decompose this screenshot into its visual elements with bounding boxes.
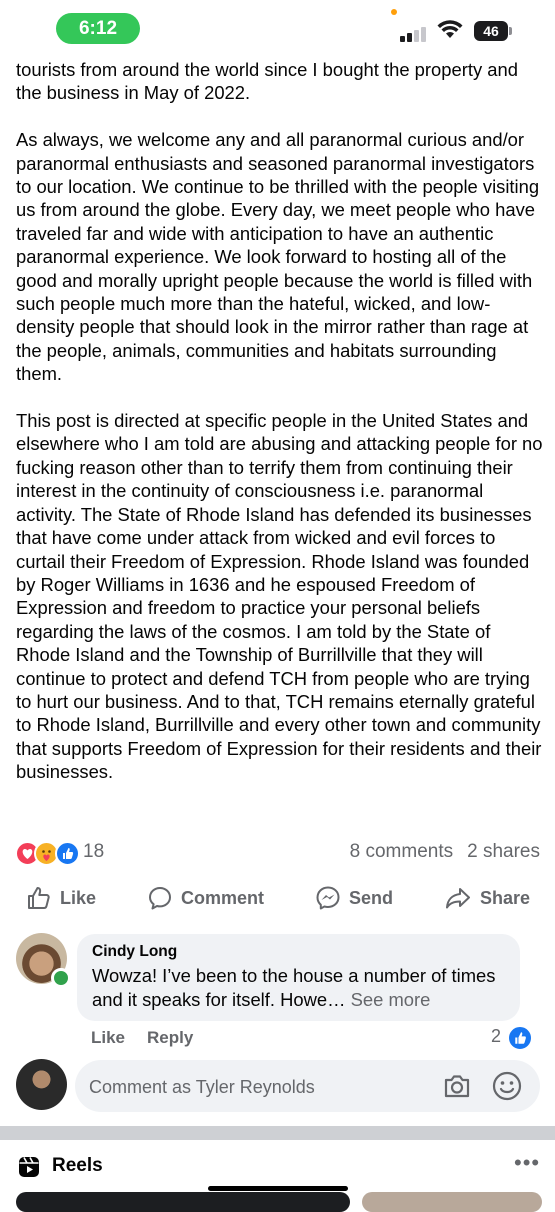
comment-actions: Like Reply	[91, 1028, 215, 1048]
like-icon[interactable]	[55, 841, 80, 866]
share-button[interactable]: Share	[444, 878, 530, 918]
thumbs-up-icon	[28, 887, 50, 909]
online-status-dot	[51, 968, 71, 988]
comment-reply-button[interactable]: Reply	[147, 1028, 193, 1047]
wifi-icon	[437, 20, 463, 38]
send-button[interactable]: Send	[315, 878, 393, 918]
comment-icon	[149, 887, 171, 910]
comment-label: Comment	[181, 887, 265, 908]
cellular-signal-icon	[400, 24, 430, 42]
post-paragraph: This post is directed at specific people…	[16, 410, 543, 783]
comment-author[interactable]: Cindy Long	[92, 943, 177, 961]
section-divider	[0, 1126, 555, 1140]
comment-bubble[interactable]: Cindy Long Wowza! I’ve been to the house…	[77, 934, 520, 1021]
camera-icon[interactable]	[442, 1071, 472, 1101]
home-indicator[interactable]	[208, 1186, 348, 1191]
comment-composer	[75, 1060, 540, 1114]
reel-thumbnail[interactable]	[16, 1192, 350, 1212]
post-paragraph: As always, we welcome any and all parano…	[16, 129, 540, 385]
post-paragraph: tourists from around the world since I b…	[16, 59, 518, 104]
comment-like-count[interactable]: 2	[491, 1026, 501, 1047]
comment-like-button[interactable]: Like	[91, 1028, 125, 1047]
share-label: Share	[480, 887, 531, 908]
reels-icon	[19, 1157, 39, 1177]
reactions-row: 18 8 comments 2 shares	[15, 839, 540, 866]
reaction-count[interactable]: 18	[83, 841, 104, 863]
reels-more-button[interactable]: •••	[514, 1150, 540, 1176]
status-bar: 6:12 46	[0, 0, 555, 58]
like-icon	[507, 1025, 533, 1051]
status-time: 6:12	[56, 13, 140, 44]
like-label: Like	[60, 887, 97, 908]
share-icon	[446, 888, 470, 909]
comment-text: Wowza! I’ve been to the house a number o…	[92, 964, 512, 1012]
send-label: Send	[349, 887, 394, 908]
comment-body: Wowza! I’ve been to the house a number o…	[92, 965, 496, 1010]
privacy-indicator-dot	[391, 9, 397, 15]
post-body: tourists from around the world since I b…	[16, 58, 544, 784]
see-more-link[interactable]: See more	[351, 989, 431, 1010]
post-stats: 8 comments 2 shares	[336, 841, 540, 863]
shares-count[interactable]: 2 shares	[467, 841, 540, 862]
comment-input[interactable]	[87, 1060, 431, 1114]
messenger-icon	[316, 886, 340, 910]
comment-button[interactable]: Comment	[147, 878, 264, 918]
battery-tip	[509, 27, 512, 35]
reel-thumbnail[interactable]	[362, 1192, 542, 1212]
comments-count[interactable]: 8 comments	[350, 841, 453, 862]
like-button[interactable]: Like	[26, 878, 96, 918]
post-action-bar: Like Comment Send Share	[0, 878, 555, 918]
current-user-avatar[interactable]	[16, 1059, 67, 1110]
battery-icon: 46	[474, 21, 508, 41]
reels-title[interactable]: Reels	[52, 1155, 103, 1177]
emoji-icon[interactable]	[491, 1070, 523, 1102]
